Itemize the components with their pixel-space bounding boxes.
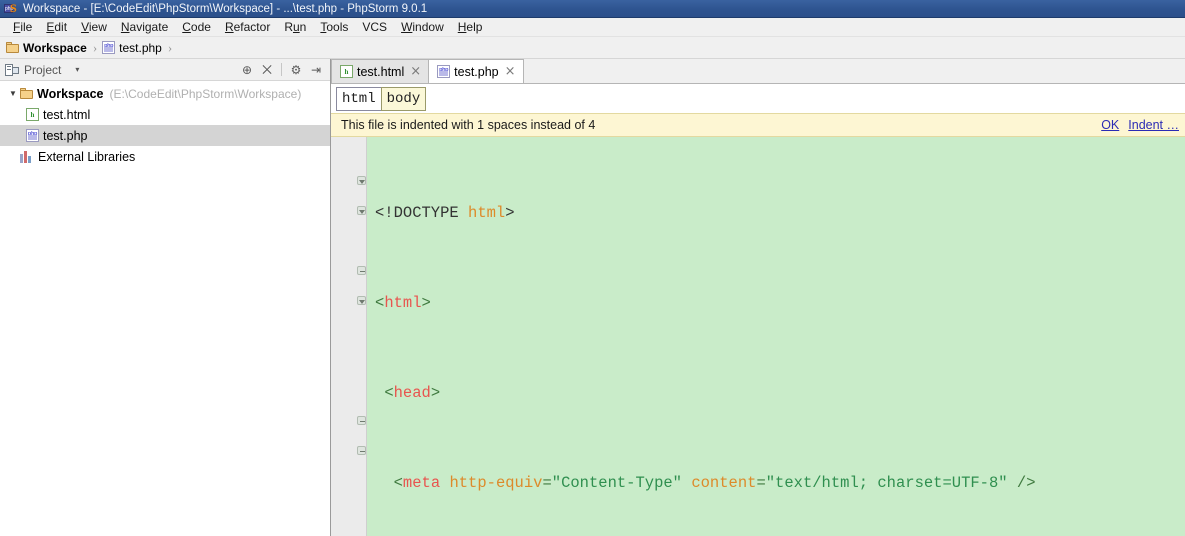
project-tool-window: Project ▾ ⊕ ⨉ ⚙ ⇥ ▼ Workspace (E:\CodeEd… bbox=[0, 59, 331, 536]
fold-marker-head[interactable] bbox=[357, 206, 366, 215]
structure-breadcrumbs: html body bbox=[331, 84, 1185, 113]
menu-item-refactor[interactable]: Refactor bbox=[218, 19, 277, 35]
menu-item-tools[interactable]: Tools bbox=[313, 19, 355, 35]
project-panel-title: Project bbox=[24, 62, 62, 77]
fold-marker-html-end[interactable] bbox=[357, 446, 366, 455]
settings-icon[interactable]: ⚙ bbox=[287, 61, 305, 79]
fold-marker-html[interactable] bbox=[357, 176, 366, 185]
editor-area: h test.html × php test.php × html body T… bbox=[331, 59, 1185, 536]
close-icon[interactable]: × bbox=[410, 65, 421, 78]
breadcrumb-workspace[interactable]: Workspace › bbox=[6, 40, 102, 56]
menu-item-edit[interactable]: Edit bbox=[39, 19, 74, 35]
code-line: <head> bbox=[384, 384, 441, 402]
menu-item-file[interactable]: File bbox=[6, 19, 39, 35]
html-file-icon: h bbox=[26, 108, 39, 121]
main-area: Project ▾ ⊕ ⨉ ⚙ ⇥ ▼ Workspace (E:\CodeEd… bbox=[0, 59, 1185, 536]
tab-label: test.php bbox=[454, 64, 499, 79]
window-title: Workspace - [E:\CodeEdit\PhpStorm\Worksp… bbox=[23, 2, 428, 15]
project-panel-header: Project ▾ ⊕ ⨉ ⚙ ⇥ bbox=[0, 59, 330, 81]
fold-gutter[interactable] bbox=[356, 137, 367, 536]
close-icon[interactable]: × bbox=[505, 65, 516, 78]
php-file-icon: php bbox=[102, 41, 116, 54]
fold-marker-body-end[interactable] bbox=[357, 416, 366, 425]
notification-indent-link[interactable]: Indent … bbox=[1128, 118, 1179, 132]
breadcrumb-testphp[interactable]: php test.php › bbox=[102, 40, 177, 56]
phpstorm-icon: php S bbox=[4, 0, 17, 15]
tree-item-workspace[interactable]: ▼ Workspace (E:\CodeEdit\PhpStorm\Worksp… bbox=[0, 83, 330, 104]
navigation-bar: Workspace › php test.php › bbox=[0, 37, 1185, 59]
project-tree: ▼ Workspace (E:\CodeEdit\PhpStorm\Worksp… bbox=[0, 81, 330, 536]
tree-item-label: Workspace bbox=[37, 86, 104, 101]
expand-arrow-icon[interactable]: ▼ bbox=[6, 89, 20, 98]
breadcrumb-label: Workspace bbox=[23, 40, 87, 55]
project-panel-title-group[interactable]: Project ▾ bbox=[2, 63, 82, 77]
php-file-icon: php bbox=[437, 65, 451, 78]
tree-item-label: test.html bbox=[43, 107, 91, 122]
hide-panel-icon[interactable]: ⇥ bbox=[307, 61, 325, 79]
tab-test-php[interactable]: php test.php × bbox=[428, 59, 524, 83]
locate-icon[interactable]: ⊕ bbox=[238, 61, 256, 79]
menu-bar: File Edit View Navigate Code Refactor Ru… bbox=[0, 18, 1185, 37]
indentation-notification-bar: This file is indented with 1 spaces inst… bbox=[331, 113, 1185, 137]
fold-marker-body[interactable] bbox=[357, 296, 366, 305]
collapse-all-icon[interactable]: ⨉ bbox=[258, 61, 276, 79]
notification-actions: OK Indent … bbox=[1101, 118, 1179, 132]
project-panel-toolbar: ⊕ ⨉ ⚙ ⇥ bbox=[238, 61, 328, 79]
code-editor[interactable]: <!DOCTYPE html> <html> <head> <meta http… bbox=[331, 137, 1185, 536]
code-line: <html> bbox=[375, 294, 431, 312]
tree-item-test-html[interactable]: h test.html bbox=[0, 104, 330, 125]
php-file-icon: php bbox=[26, 129, 39, 142]
toolbar-divider bbox=[281, 63, 282, 76]
project-icon bbox=[5, 63, 19, 76]
menu-item-run[interactable]: Run bbox=[277, 19, 313, 35]
breadcrumb-separator-icon: › bbox=[92, 39, 98, 55]
folder-icon bbox=[20, 88, 33, 99]
tree-item-test-php[interactable]: php test.php bbox=[0, 125, 330, 146]
menu-item-vcs[interactable]: VCS bbox=[355, 19, 394, 35]
editor-tab-bar: h test.html × php test.php × bbox=[331, 59, 1185, 84]
notification-message: This file is indented with 1 spaces inst… bbox=[341, 118, 596, 132]
menu-item-navigate[interactable]: Navigate bbox=[114, 19, 175, 35]
code-line: <meta http-equiv="Content-Type" content=… bbox=[393, 474, 1036, 492]
breadcrumb-tag-html[interactable]: html bbox=[336, 86, 382, 111]
tree-item-label: test.php bbox=[43, 128, 88, 143]
title-bar: php S Workspace - [E:\CodeEdit\PhpStorm\W… bbox=[0, 0, 1185, 18]
phpstorm-window: php S Workspace - [E:\CodeEdit\PhpStorm\W… bbox=[0, 0, 1185, 536]
chevron-down-icon[interactable]: ▾ bbox=[75, 65, 79, 74]
menu-item-view[interactable]: View bbox=[74, 19, 114, 35]
folder-icon bbox=[6, 42, 19, 53]
library-icon bbox=[20, 150, 33, 163]
notification-ok-link[interactable]: OK bbox=[1101, 118, 1119, 132]
menu-item-help[interactable]: Help bbox=[451, 19, 490, 35]
code-content[interactable]: <!DOCTYPE html> <html> <head> <meta http… bbox=[367, 137, 1185, 536]
tree-item-external-libraries[interactable]: External Libraries bbox=[0, 146, 330, 167]
breadcrumb-label: test.php bbox=[119, 40, 162, 55]
tree-item-path: (E:\CodeEdit\PhpStorm\Workspace) bbox=[109, 86, 302, 101]
menu-item-code[interactable]: Code bbox=[175, 19, 218, 35]
menu-item-window[interactable]: Window bbox=[394, 19, 451, 35]
html-file-icon: h bbox=[340, 65, 353, 78]
breadcrumb-separator-icon: › bbox=[167, 39, 173, 55]
tab-label: test.html bbox=[357, 64, 405, 79]
code-line: <!DOCTYPE html> bbox=[375, 204, 515, 222]
editor-gutter[interactable] bbox=[331, 137, 356, 536]
fold-marker-head-end[interactable] bbox=[357, 266, 366, 275]
tab-test-html[interactable]: h test.html × bbox=[331, 59, 430, 83]
breadcrumb-tag-body[interactable]: body bbox=[380, 86, 427, 111]
tree-item-label: External Libraries bbox=[38, 149, 136, 164]
